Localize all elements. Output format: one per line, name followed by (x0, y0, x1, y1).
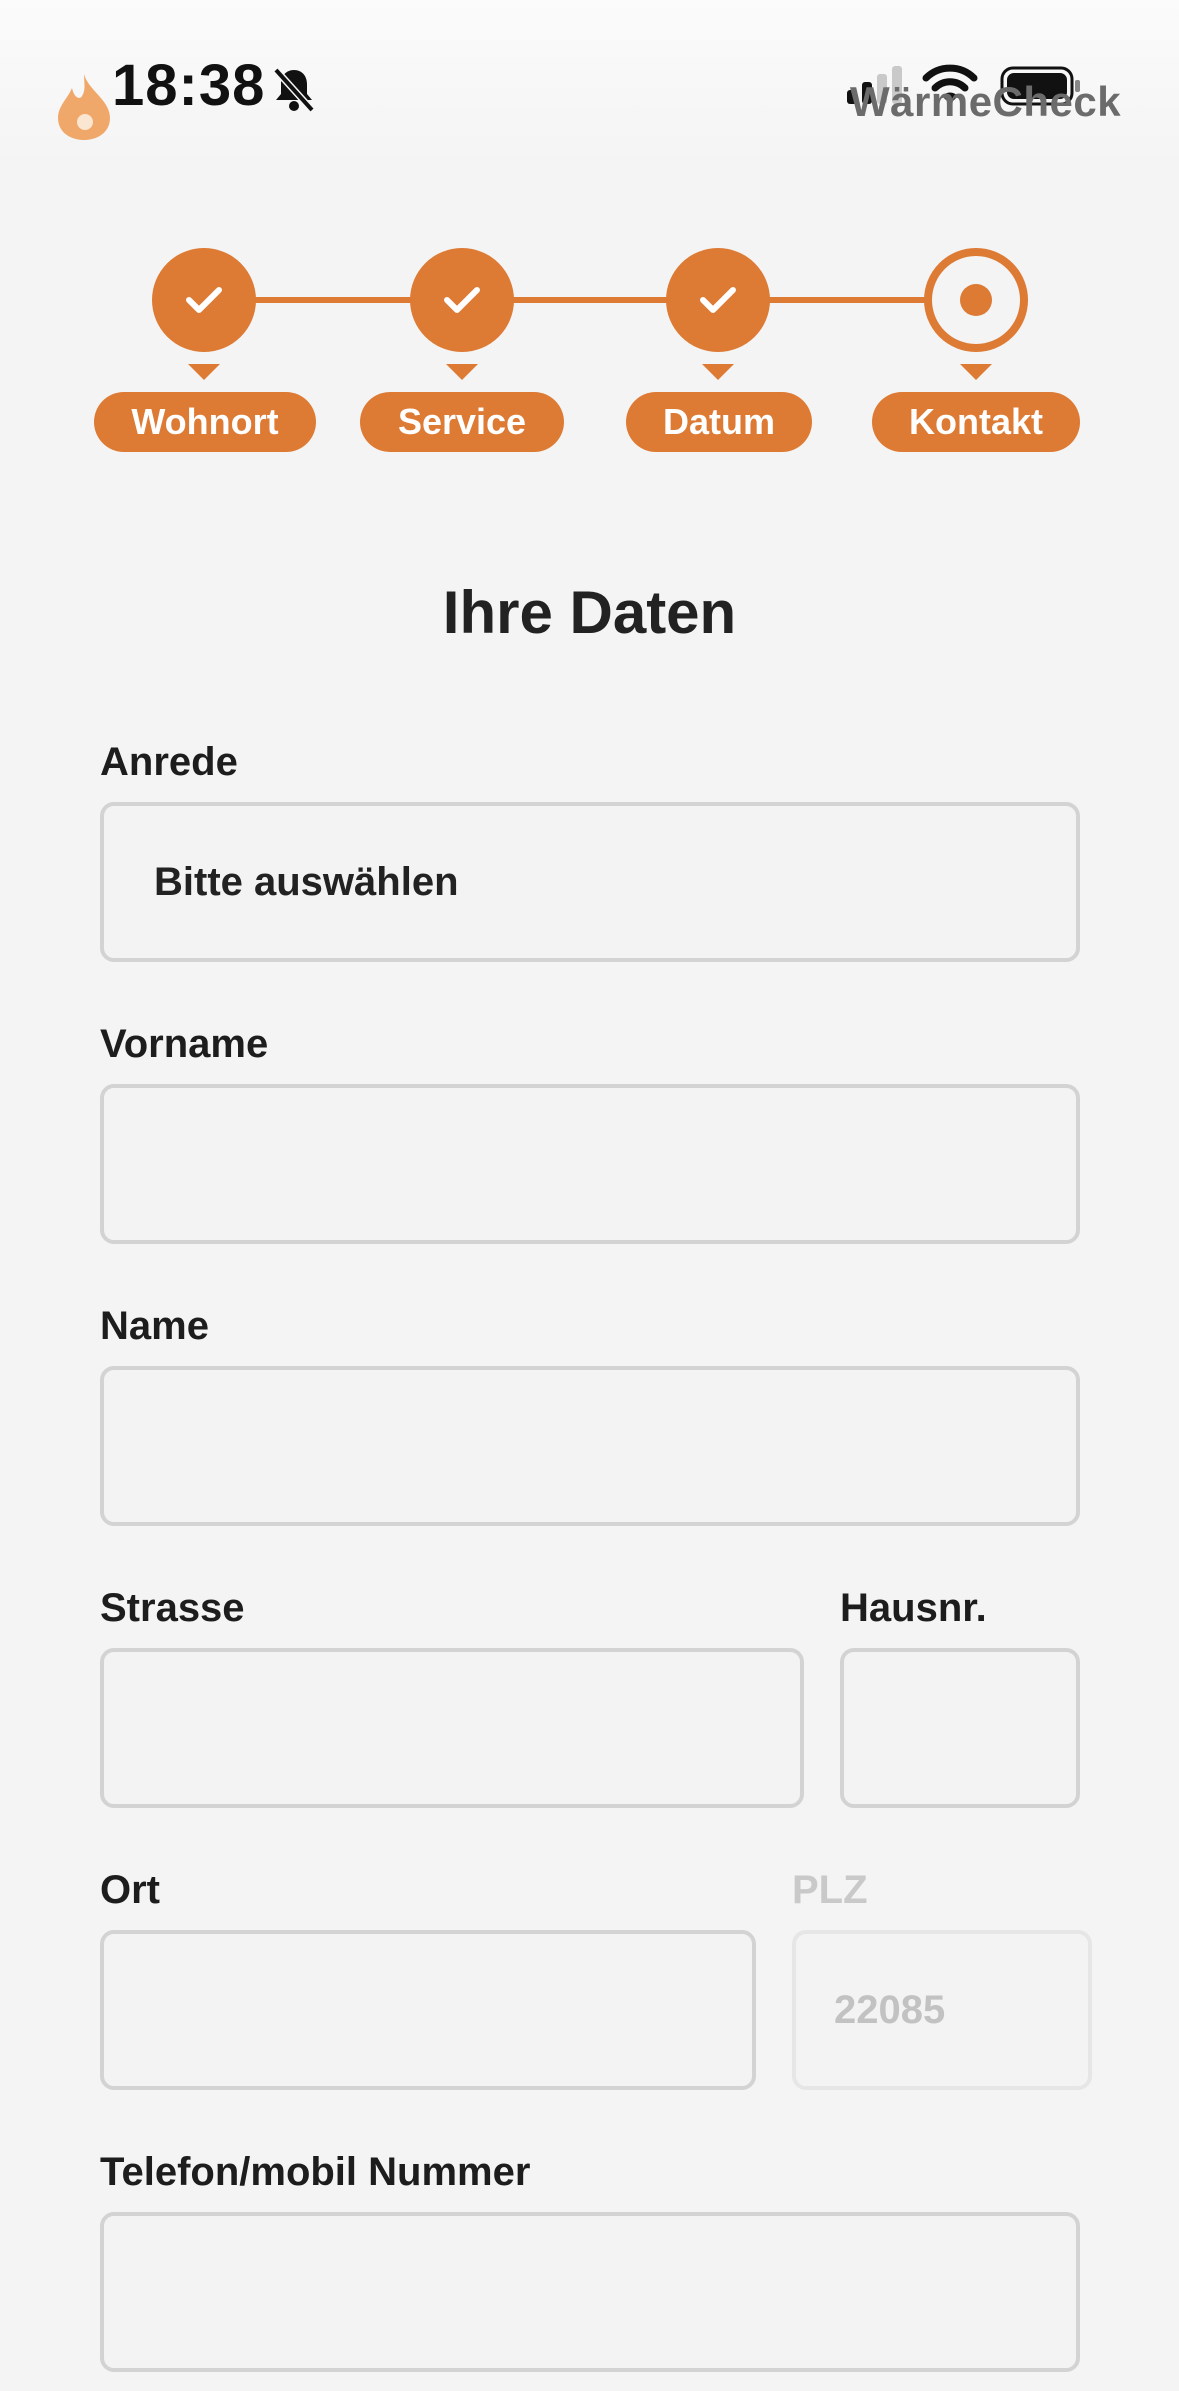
step-label-wohnort[interactable]: Wohnort (94, 392, 316, 452)
vorname-input[interactable] (100, 1084, 1080, 1244)
anrede-select-value: Bitte auswählen (154, 860, 459, 904)
anrede-select[interactable]: Bitte auswählen (100, 802, 1080, 962)
telefon-input[interactable] (100, 2212, 1080, 2372)
flame-logo-icon (58, 74, 110, 140)
strasse-input[interactable] (100, 1648, 804, 1808)
ort-input[interactable] (100, 1930, 756, 2090)
step-datum-done[interactable] (666, 248, 770, 352)
plz-input: 22085 (792, 1930, 1092, 2090)
progress-stepper: Wohnort Service Datum Kontakt (0, 240, 1179, 460)
checkmark-icon (444, 287, 480, 313)
current-step-dot-icon (960, 284, 992, 316)
checkmark-icon (186, 287, 222, 313)
name-label: Name (100, 1304, 209, 1348)
step-service-done[interactable] (410, 248, 514, 352)
page-title: Ihre Daten (442, 579, 737, 646)
name-input[interactable] (100, 1366, 1080, 1526)
bell-slash-icon (273, 67, 315, 112)
ort-label: Ort (100, 1868, 160, 1912)
step-pointer (446, 364, 478, 380)
step-pointer (702, 364, 734, 380)
step-label-datum[interactable]: Datum (626, 392, 812, 452)
step-pointer (188, 364, 220, 380)
step-kontakt-current[interactable] (924, 248, 1028, 352)
plz-input-value: 22085 (834, 1988, 946, 2032)
hausnr-label: Hausnr. (840, 1586, 987, 1630)
brand-name: WärmeCheck (850, 78, 1122, 125)
checkmark-icon (700, 287, 736, 313)
telefon-label: Telefon/mobil Nummer (100, 2150, 531, 2194)
step-label-kontakt[interactable]: Kontakt (872, 392, 1080, 452)
step-pointer (960, 364, 992, 380)
step-wohnort-done[interactable] (152, 248, 256, 352)
anrede-label: Anrede (100, 740, 238, 784)
status-bar: 18:38 WärmeCheck (0, 0, 1179, 170)
hausnr-input[interactable] (840, 1648, 1080, 1808)
step-label-service[interactable]: Service (360, 392, 564, 452)
vorname-label: Vorname (100, 1022, 269, 1066)
plz-label: PLZ (792, 1868, 868, 1912)
clock-time: 18:38 (112, 53, 266, 118)
strasse-label: Strasse (100, 1586, 245, 1630)
